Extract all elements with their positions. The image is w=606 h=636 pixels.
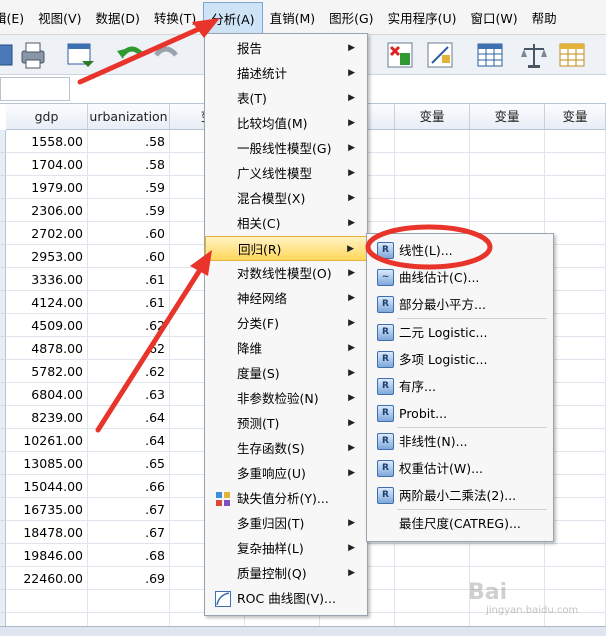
annotation-arrow-to-regression [95,250,212,433]
annotation-overlay [77,18,493,433]
annotation-circle-linear [365,224,493,270]
annotation-arrow-to-menu [77,18,220,85]
horizontal-scrollbar[interactable] [0,626,606,636]
watermark-url: jingyan.baidu.com [486,605,579,616]
watermark: Bai jingyan.baidu.com [468,580,578,616]
watermark-brand: Bai [468,580,508,605]
